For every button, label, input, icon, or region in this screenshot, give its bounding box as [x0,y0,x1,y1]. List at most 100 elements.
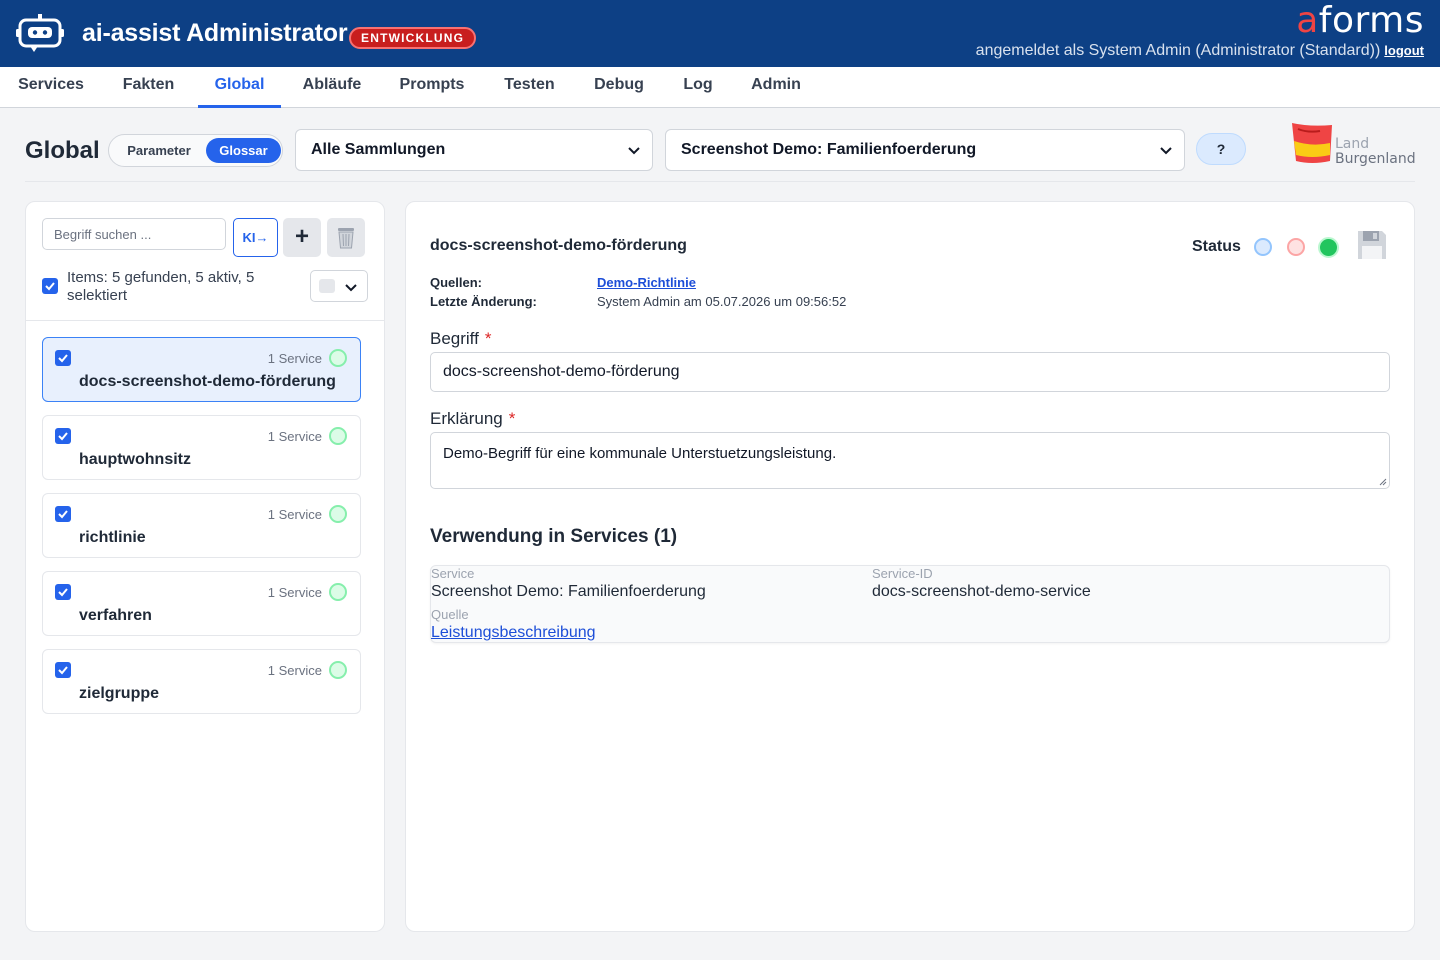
glossary-list-panel: KI→ + Items: 5 gefunden, 5 aktiv, 5 sele… [25,201,385,932]
divider [26,320,384,321]
app-title: ai-assist Administrator [82,19,348,47]
nav-ablaeufe[interactable]: Abläufe [301,67,363,108]
usage-service-id-value: docs-screenshot-demo-service [872,583,1091,600]
sources-label: Quellen: [430,275,483,290]
ki-button[interactable]: KI→ [233,218,278,257]
item-name: verfahren [79,607,152,624]
sources-value: Demo-Richtlinie [597,275,696,290]
usage-source-label: Quelle [431,607,469,622]
status-dot-icon [329,349,347,367]
status-blue-button[interactable] [1254,238,1272,256]
explanation-textarea[interactable]: Demo-Begriff für eine kommunale Unterstu… [430,432,1390,489]
status-red-button[interactable] [1287,238,1305,256]
usage-card: Service Screenshot Demo: Familienfoerder… [430,565,1390,643]
divider [25,181,1415,182]
status-dot-icon [329,427,347,445]
item-checkbox[interactable] [55,506,71,522]
explanation-value: Demo-Begriff für eine kommunale Unterstu… [443,445,837,462]
status-green-button[interactable] [1318,237,1339,258]
item-name: hauptwohnsitz [79,451,191,468]
select-all-checkbox[interactable] [42,278,58,294]
status-label: Status [1192,238,1241,255]
check-icon [45,282,55,291]
service-select-value: Screenshot Demo: Familienfoerderung [681,141,977,158]
logout-link[interactable]: logout [1384,43,1424,58]
service-count: 1 Service [267,507,322,522]
add-button[interactable]: + [283,218,321,257]
logo-line-1: Land [1335,136,1370,152]
nav-log[interactable]: Log [681,67,715,108]
required-mark: * [508,409,516,428]
nav-testen[interactable]: Testen [502,67,557,108]
help-button[interactable]: ? [1196,133,1246,165]
glossary-detail-panel: docs-screenshot-demo-förderung Status Qu… [405,201,1415,932]
logged-in-info: angemeldet als System Admin (Administrat… [976,42,1424,60]
bulk-action-dropdown[interactable] [310,270,368,302]
status-dot-icon [329,661,347,679]
save-button[interactable] [1356,229,1388,261]
nav-admin[interactable]: Admin [749,67,803,108]
check-icon [58,354,68,363]
nav-fakten[interactable]: Fakten [121,67,176,108]
check-icon [58,666,68,675]
flag-icon [1292,123,1332,163]
toggle-glossar[interactable]: Glossar [206,138,281,163]
status-swatch-icon [319,279,335,293]
robot-logo-icon [16,14,64,54]
usage-service-label: Service [431,566,475,581]
item-checkbox[interactable] [55,428,71,444]
usage-section-title: Verwendung in Services (1) [430,526,678,547]
toggle-parameter[interactable]: Parameter [113,138,205,163]
list-item[interactable]: 1 Service verfahren [42,571,361,636]
list-item[interactable]: 1 Service zielgruppe [42,649,361,714]
explanation-label-text: Erklärung [430,409,503,428]
list-item[interactable]: 1 Service richtlinie [42,493,361,558]
list-item[interactable]: 1 Service hauptwohnsitz [42,415,361,480]
service-count: 1 Service [267,429,322,444]
term-input-value: docs-screenshot-demo-förderung [443,363,680,380]
collection-select-value: Alle Sammlungen [311,141,446,158]
last-change-label: Letzte Änderung: [430,294,537,309]
service-select[interactable]: Screenshot Demo: Familienfoerderung [665,129,1185,171]
last-change-value: System Admin am 05.07.2026 um 09:56:52 [597,294,847,309]
source-link[interactable]: Demo-Richtlinie [597,275,696,290]
list-item[interactable]: 1 Service docs-screenshot-demo-förderung [42,337,361,402]
brand-suffix: forms [1318,0,1424,41]
chevron-down-icon [345,284,357,292]
term-label: Begriff * [430,329,491,349]
nav-prompts[interactable]: Prompts [398,67,466,108]
term-input[interactable]: docs-screenshot-demo-förderung [430,352,1390,392]
item-name: docs-screenshot-demo-förderung [79,373,336,390]
check-icon [58,588,68,597]
nav-debug[interactable]: Debug [592,67,646,108]
page-toolbar: Global Parameter Glossar Alle Sammlungen… [0,109,1440,181]
state-logo: Land Burgenland [1290,121,1420,169]
nav-services[interactable]: Services [17,67,85,108]
service-count: 1 Service [267,663,322,678]
service-count: 1 Service [267,585,322,600]
nav-global[interactable]: Global [198,67,281,108]
term-label-text: Begriff [430,329,479,348]
resize-handle-icon[interactable] [1379,478,1387,486]
usage-service-id-label: Service-ID [872,566,933,581]
search-input[interactable] [42,218,226,250]
item-checkbox[interactable] [55,662,71,678]
delete-button[interactable] [327,218,365,257]
environment-badge: ENTWICKLUNG [349,27,477,49]
item-checkbox[interactable] [55,584,71,600]
view-toggle: Parameter Glossar [108,134,283,167]
brand-prefix: a [1296,0,1319,41]
brand-logo: aforms [1296,0,1424,41]
status-dot-icon [329,583,347,601]
usage-source-link[interactable]: Leistungsbeschreibung [431,624,596,642]
collection-select[interactable]: Alle Sammlungen [295,129,653,171]
required-mark: * [484,329,492,348]
detail-title: docs-screenshot-demo-förderung [430,237,687,254]
chevron-down-icon [1160,147,1172,155]
page-title: Global [25,137,100,164]
item-checkbox[interactable] [55,350,71,366]
items-summary: Items: 5 gefunden, 5 aktiv, 5 selektiert [67,269,255,304]
service-count: 1 Service [267,351,322,366]
logo-line-2: Burgenland [1335,151,1416,167]
main-nav: Services Fakten Global Abläufe Prompts T… [0,67,1440,108]
